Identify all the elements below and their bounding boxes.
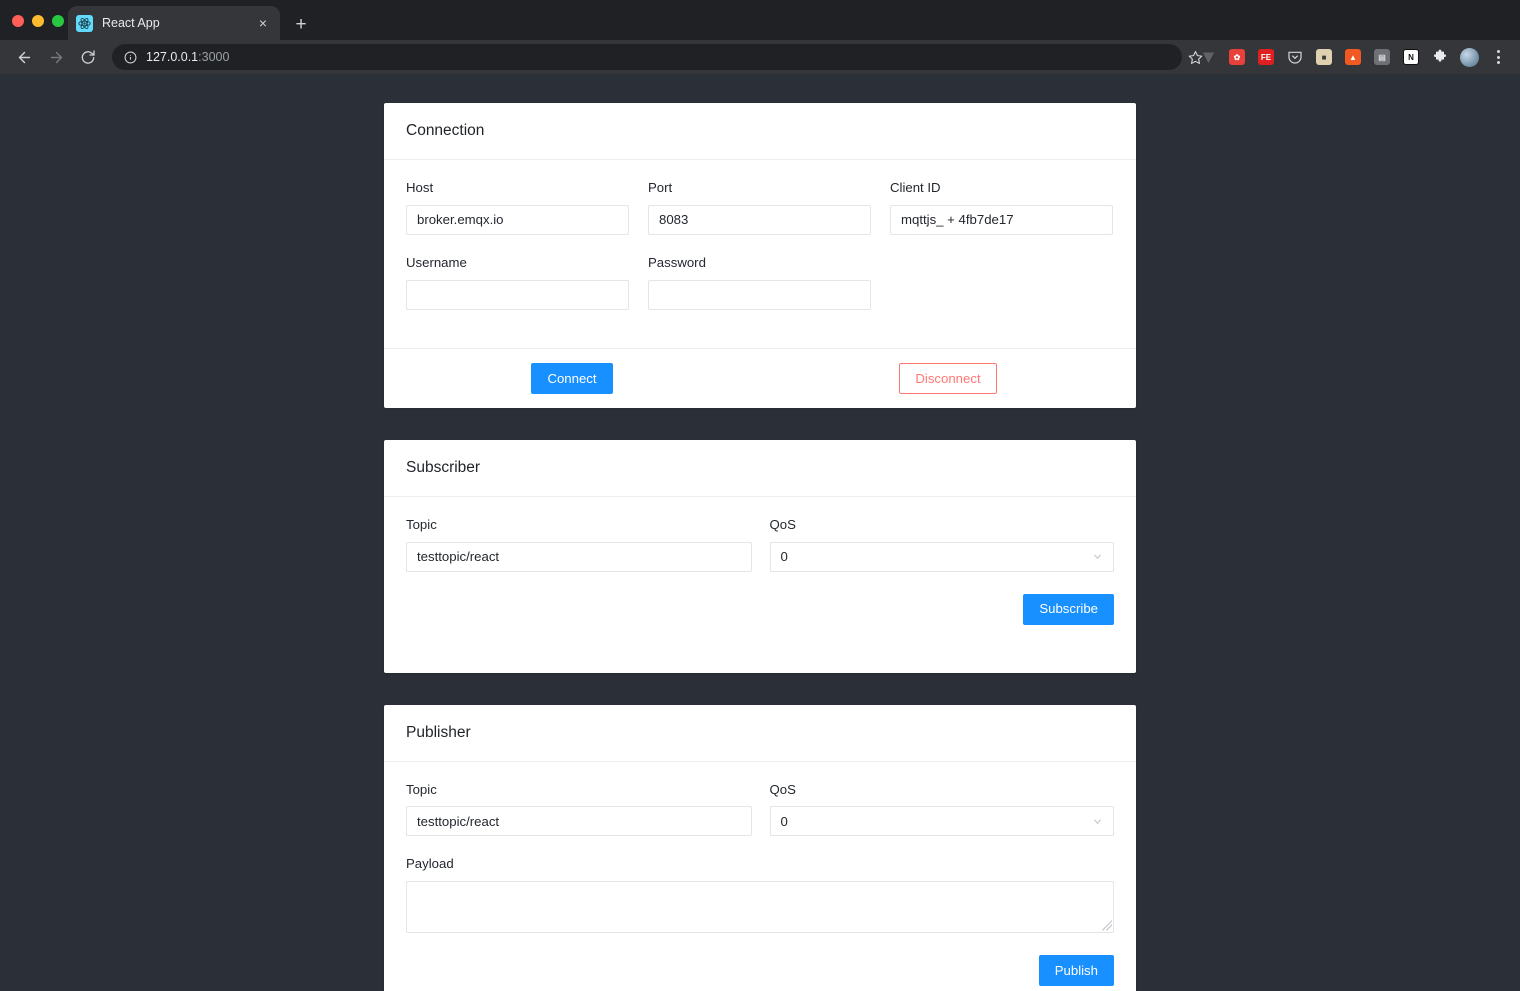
password-label: Password bbox=[648, 254, 706, 270]
close-window-button[interactable] bbox=[12, 15, 24, 27]
username-input[interactable] bbox=[406, 279, 629, 310]
subscriber-topic-label: Topic bbox=[406, 516, 437, 532]
tab-strip: React App × + bbox=[0, 0, 1520, 40]
client-id-label: Client ID bbox=[890, 180, 941, 195]
subscriber-topic-input[interactable]: testtopic/react bbox=[406, 541, 752, 572]
subscriber-fields: Topic testtopic/react QoS 0 bbox=[406, 517, 1114, 572]
subscriber-qos-value: 0 bbox=[780, 549, 788, 565]
username-label: Username bbox=[406, 254, 467, 270]
connect-slot: Connect bbox=[384, 362, 760, 394]
puzzle-extensions-icon[interactable] bbox=[1426, 44, 1454, 70]
host-value: broker.emqx.io bbox=[417, 212, 504, 228]
image-extension-icon[interactable]: ▤ bbox=[1368, 44, 1396, 70]
forward-button[interactable] bbox=[42, 43, 70, 71]
publisher-field-topic: Topic testtopic/react bbox=[406, 782, 752, 837]
publisher-topic-value: testtopic/react bbox=[417, 813, 500, 829]
host-label: Host bbox=[406, 180, 434, 195]
url-port: :3000 bbox=[198, 50, 230, 64]
payload-label: Payload bbox=[406, 856, 454, 872]
publish-button[interactable]: Publish bbox=[1038, 955, 1114, 987]
page-viewport: Connection Host broker.emqx.io Port 8083… bbox=[0, 74, 1520, 991]
chevron-down-icon[interactable] bbox=[1092, 816, 1103, 827]
publisher-topic-input[interactable]: testtopic/react bbox=[406, 806, 752, 837]
close-tab-icon[interactable]: × bbox=[254, 14, 272, 32]
subscriber-body: Topic testtopic/react QoS 0 Subscribe bbox=[384, 497, 1136, 673]
browser-window: React App × + 127.0.0.1:3000 ✿ FE ■ ▲ ▤ … bbox=[0, 0, 1520, 991]
connection-card: Connection Host broker.emqx.io Port 8083… bbox=[384, 103, 1136, 408]
new-tab-button[interactable]: + bbox=[288, 11, 314, 37]
publisher-fields: Topic testtopic/react QoS 0 bbox=[406, 782, 1114, 837]
minimize-window-button[interactable] bbox=[32, 15, 44, 27]
password-input[interactable] bbox=[648, 279, 871, 310]
notion-extension-icon[interactable]: N bbox=[1397, 44, 1425, 70]
publisher-qos-select[interactable]: 0 bbox=[769, 806, 1114, 837]
maximize-window-button[interactable] bbox=[52, 15, 64, 27]
subscriber-topic-value: testtopic/react bbox=[417, 549, 500, 565]
url-host: 127.0.0.1 bbox=[146, 50, 199, 64]
subscribe-action-row: Subscribe bbox=[406, 593, 1114, 625]
connection-body: Host broker.emqx.io Port 8083 Client ID … bbox=[384, 160, 1136, 348]
back-button[interactable] bbox=[10, 43, 38, 71]
tab-title: React App bbox=[102, 16, 160, 30]
reload-button[interactable] bbox=[74, 43, 102, 71]
publisher-qos-value: 0 bbox=[780, 813, 788, 829]
connection-fields: Host broker.emqx.io Port 8083 Client ID … bbox=[406, 180, 1114, 330]
window-controls bbox=[12, 15, 64, 27]
extensions-bar: ✿ FE ■ ▲ ▤ N bbox=[1194, 44, 1512, 70]
chrome-menu-icon[interactable] bbox=[1484, 44, 1512, 70]
connect-button[interactable]: Connect bbox=[531, 362, 613, 394]
field-password: Password bbox=[648, 255, 871, 328]
address-bar-text: 127.0.0.1:3000 bbox=[146, 50, 229, 64]
client-id-value: mqttjs_ + 4fb7de17 bbox=[901, 212, 1014, 228]
bot-extension-icon[interactable]: ■ bbox=[1310, 44, 1338, 70]
resize-handle-icon[interactable] bbox=[1101, 920, 1112, 931]
port-value: 8083 bbox=[659, 212, 689, 228]
field-client-id: Client ID mqttjs_ + 4fb7de17 bbox=[890, 180, 1113, 235]
fire-extension-icon[interactable]: ▲ bbox=[1339, 44, 1367, 70]
field-username: Username bbox=[406, 255, 629, 310]
publisher-body: Topic testtopic/react QoS 0 Payload Publ… bbox=[384, 762, 1136, 991]
browser-tab[interactable]: React App × bbox=[68, 6, 280, 40]
connection-footer: Connect Disconnect bbox=[384, 347, 1136, 408]
publisher-field-payload: Payload bbox=[406, 856, 1114, 934]
chevron-down-icon[interactable] bbox=[1092, 551, 1103, 562]
client-id-input[interactable]: mqttjs_ + 4fb7de17 bbox=[890, 204, 1113, 235]
redpanda-extension-icon[interactable]: ✿ bbox=[1223, 44, 1251, 70]
react-logo-icon bbox=[76, 14, 93, 32]
subscriber-field-qos: QoS 0 bbox=[769, 516, 1114, 572]
subscriber-field-topic: Topic testtopic/react bbox=[406, 517, 752, 572]
disconnect-slot: Disconnect bbox=[760, 362, 1136, 394]
publisher-topic-label: Topic bbox=[406, 781, 437, 797]
vimium-extension-icon[interactable] bbox=[1194, 44, 1222, 70]
disconnect-button[interactable]: Disconnect bbox=[899, 362, 997, 394]
payload-textarea[interactable] bbox=[406, 881, 1114, 934]
subscriber-qos-select[interactable]: 0 bbox=[769, 541, 1114, 572]
field-port: Port 8083 bbox=[648, 180, 871, 235]
profile-avatar[interactable] bbox=[1455, 44, 1483, 70]
info-circle-icon[interactable] bbox=[124, 51, 137, 64]
subscriber-card: Subscriber Topic testtopic/react QoS 0 S… bbox=[384, 439, 1136, 673]
port-label: Port bbox=[648, 180, 673, 195]
subscriber-qos-label: QoS bbox=[769, 516, 796, 532]
mqtt-client-page: Connection Host broker.emqx.io Port 8083… bbox=[0, 74, 1520, 991]
subscriber-spacer bbox=[406, 625, 1114, 655]
browser-toolbar: 127.0.0.1:3000 ✿ FE ■ ▲ ▤ N bbox=[0, 40, 1520, 74]
port-input[interactable]: 8083 bbox=[648, 204, 871, 235]
fe-extension-icon[interactable]: FE bbox=[1252, 44, 1280, 70]
field-host: Host broker.emqx.io bbox=[406, 180, 629, 235]
pocket-extension-icon[interactable] bbox=[1281, 44, 1309, 70]
connection-title: Connection bbox=[384, 103, 1136, 160]
subscribe-button[interactable]: Subscribe bbox=[1023, 593, 1114, 625]
publish-action-row: Publish bbox=[406, 955, 1114, 987]
host-input[interactable]: broker.emqx.io bbox=[406, 204, 629, 235]
publisher-card: Publisher Topic testtopic/react QoS 0 Pa… bbox=[384, 704, 1136, 991]
publisher-title: Publisher bbox=[384, 705, 1136, 762]
address-bar[interactable]: 127.0.0.1:3000 bbox=[112, 44, 1182, 70]
subscriber-title: Subscriber bbox=[384, 440, 1136, 497]
publisher-qos-label: QoS bbox=[769, 781, 796, 797]
publisher-field-qos: QoS 0 bbox=[769, 781, 1114, 837]
